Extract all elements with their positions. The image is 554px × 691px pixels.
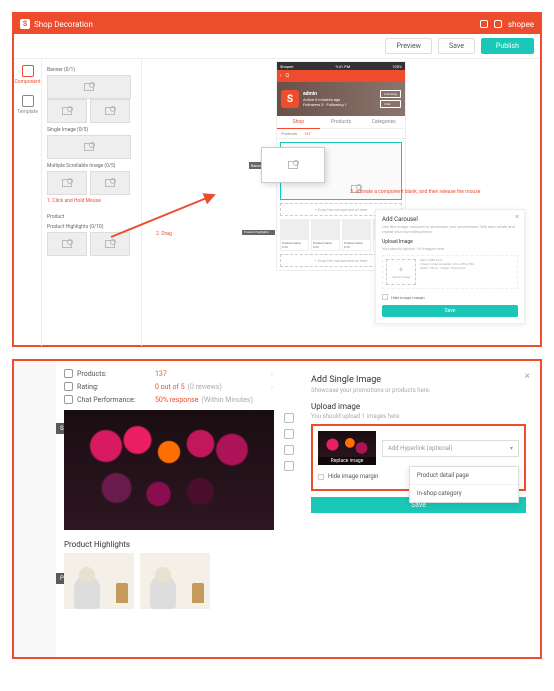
follow-button[interactable]: Following — [380, 90, 401, 98]
lib-multi-title: Multiple Scrollable Image (0/5) — [47, 163, 136, 169]
highlighted-region: Replace image Add Hyperlink (optional) ▾… — [311, 424, 526, 491]
box-icon — [64, 369, 73, 378]
star-icon — [64, 382, 73, 391]
chat-button[interactable]: Chat — [380, 100, 401, 108]
upload-note: You should upload 1 images here — [311, 413, 526, 420]
nav-component[interactable]: Component — [15, 65, 41, 85]
edit-panel: × Add Carousel Use this image carousel t… — [375, 209, 525, 324]
app-topbar: S Shop Decoration shopee — [14, 14, 540, 34]
back-icon[interactable]: ‹ — [280, 73, 282, 79]
panel-subtitle: Use this image carousel to showcase your… — [382, 225, 518, 235]
replace-image-overlay[interactable]: Replace image — [318, 457, 376, 465]
panel-title: Add Carousel — [382, 216, 518, 223]
tab-products[interactable]: Products — [320, 116, 363, 129]
product-card[interactable]: Product name$ 22 — [342, 219, 371, 251]
chevron-down-icon: ▾ — [510, 445, 513, 452]
move-up-icon[interactable] — [284, 413, 294, 423]
phone-navbar: ‹ Q — [277, 70, 405, 82]
save-button[interactable]: Save — [438, 38, 475, 54]
hide-margin-checkbox[interactable] — [382, 294, 388, 300]
help-icon[interactable] — [480, 20, 488, 28]
preview-button[interactable]: Preview — [385, 38, 431, 54]
highlight-card[interactable] — [64, 553, 134, 609]
publish-button[interactable]: Publish — [481, 38, 534, 54]
nav-template[interactable]: Template — [17, 95, 38, 115]
shop-hero: S admin Active 3 minutes ago Followers 0… — [277, 82, 405, 116]
lib-single-title: Single Image (0/5) — [47, 127, 136, 133]
panel-title: Add Single Image — [311, 375, 526, 385]
template-icon — [22, 95, 34, 107]
nav-component-label: Component — [15, 79, 41, 85]
tab-shop[interactable]: Shop — [277, 116, 320, 129]
stat-rating[interactable]: Rating: 0 out of 5 (0 reviews) › — [64, 380, 273, 393]
lib-banner-thumb[interactable] — [47, 75, 131, 99]
panel-save-button[interactable]: Save — [382, 305, 518, 317]
dropdown-option[interactable]: In-shop category — [410, 485, 518, 502]
plus-icon: + — [399, 266, 404, 274]
component-library: Banner (0/1) Single Image (0/5) Multiple… — [42, 59, 142, 346]
hide-margin-label: Hide image margin — [391, 295, 425, 300]
phone-statusbar: Shopee9:41 PM100% — [277, 62, 405, 70]
lib-thumb[interactable] — [90, 99, 130, 123]
lib-thumb[interactable] — [47, 171, 87, 195]
component-icon — [22, 65, 34, 77]
tab-categories[interactable]: Categories — [362, 116, 405, 129]
move-down-icon[interactable] — [284, 429, 294, 439]
app-title: Shop Decoration — [34, 20, 93, 29]
lib-thumb[interactable] — [47, 232, 87, 256]
upload-heading: Upload Image — [382, 239, 518, 245]
upload-note: You should upload 1-6 images here — [382, 247, 518, 252]
chevron-right-icon: › — [271, 383, 273, 391]
search-icon[interactable]: Q — [286, 73, 289, 79]
shopee-logo: S — [20, 19, 30, 29]
nav-template-label: Template — [17, 109, 38, 115]
action-bar: Preview Save Publish — [14, 34, 540, 59]
image-thumbnail[interactable]: Replace image — [318, 431, 376, 465]
shop-stats: Products 137 — [277, 129, 405, 139]
user-label[interactable]: shopee — [508, 20, 534, 29]
apps-icon[interactable] — [494, 20, 502, 28]
single-image-block[interactable] — [64, 410, 274, 530]
highlights-title: Product Highlights — [64, 540, 273, 549]
chevron-right-icon: › — [271, 370, 273, 378]
lib-banner-title: Banner (0/1) — [47, 67, 136, 73]
product-card[interactable]: Product name$ 22 — [280, 219, 309, 251]
hide-margin-checkbox[interactable] — [318, 474, 324, 480]
preview-column: Products: 137 › Rating: 0 out of 5 (0 re… — [56, 361, 281, 657]
block-tool-column — [281, 361, 297, 657]
stat-products[interactable]: Products: 137 › — [64, 367, 273, 380]
left-rail: Component Template — [14, 59, 42, 346]
shop-logo: S — [281, 90, 299, 108]
hyperlink-dropdown: Product detail page In-shop category — [409, 466, 519, 503]
lib-thumb[interactable] — [90, 232, 130, 256]
shop-follow: Followers 0 · Following 1 — [303, 102, 347, 107]
chat-icon — [64, 395, 73, 404]
dropdown-option[interactable]: Product detail page — [410, 467, 518, 485]
hide-margin-label: Hide image margin — [328, 473, 378, 480]
product-card[interactable]: Product name$ 22 — [311, 219, 340, 251]
lib-product-title: Product — [47, 214, 136, 220]
annotation-step3: 3. activate a component blank, and then … — [350, 189, 480, 195]
single-image-panel: × Add Single Image Showcase your promoti… — [297, 361, 540, 657]
lib-highlights-title: Product Highlights (0/10) — [47, 224, 136, 230]
hyperlink-select[interactable]: Add Hyperlink (optional) ▾ — [382, 440, 519, 457]
canvas-label-highlights: Product Highlights — [242, 230, 275, 235]
dragging-component[interactable] — [261, 147, 325, 183]
upload-specs: Max 2.0MB each Image format accepted: JP… — [420, 259, 474, 271]
close-icon[interactable]: × — [515, 213, 519, 221]
close-icon[interactable]: × — [525, 371, 530, 382]
lib-single-thumb[interactable] — [47, 135, 131, 159]
lib-thumb[interactable] — [47, 99, 87, 123]
annotation-step2: 2. Drag — [156, 231, 172, 237]
annotation-step1: 1. Click and Hold Mouse — [47, 198, 136, 204]
highlight-card[interactable] — [140, 553, 210, 609]
delete-icon[interactable] — [284, 461, 294, 471]
upload-dropzone[interactable]: + Upload Image — [386, 259, 416, 285]
stat-chat[interactable]: Chat Performance: 50% response (Within M… — [64, 393, 273, 406]
panel-subtitle: Showcase your promotions or products her… — [311, 387, 526, 394]
upload-heading: Upload image — [311, 402, 526, 411]
lib-thumb[interactable] — [90, 171, 130, 195]
left-gutter — [14, 361, 56, 657]
duplicate-icon[interactable] — [284, 445, 294, 455]
